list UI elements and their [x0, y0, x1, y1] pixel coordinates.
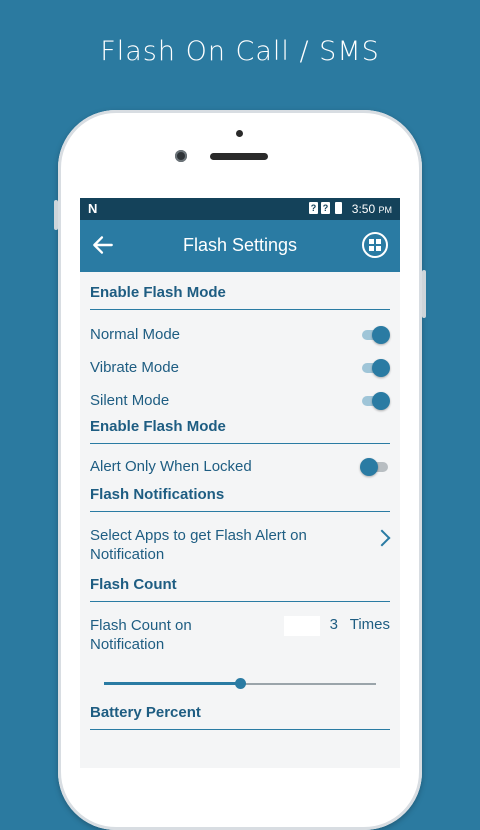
promo-title: Flash On Call / SMS [100, 36, 380, 67]
section-header-notifications: Flash Notifications [90, 476, 390, 512]
app-screen: N ? ? 3:50 PM Flash Settings Enable Flas… [80, 198, 400, 768]
phone-side-button [54, 200, 58, 230]
sensor-dot [236, 130, 243, 137]
select-apps-row[interactable]: Select Apps to get Flash Alert on Notifi… [90, 526, 391, 564]
settings-list: Enable Flash Mode Normal Mode Vibrate Mo… [80, 272, 400, 730]
battery-icon [335, 202, 342, 214]
setting-label: Alert Only When Locked [90, 458, 252, 475]
grid-icon[interactable] [362, 232, 388, 258]
sim-icon: ? [321, 202, 330, 214]
status-icons: ? ? [309, 202, 342, 214]
section-header-flash-mode: Enable Flash Mode [90, 272, 390, 310]
earpiece-speaker [210, 153, 268, 160]
setting-row-normal-mode: Normal Mode [90, 326, 390, 344]
slider-fill [104, 682, 240, 685]
phone-side-button [422, 270, 426, 318]
sim-icon: ? [309, 202, 318, 214]
normal-mode-toggle[interactable] [360, 326, 390, 344]
setting-label: Vibrate Mode [90, 359, 179, 376]
app-toolbar: Flash Settings [80, 220, 400, 272]
page-title: Flash Settings [182, 235, 298, 255]
setting-label: Silent Mode [90, 392, 170, 409]
front-camera [175, 150, 187, 162]
setting-row-vibrate-mode: Vibrate Mode [90, 359, 390, 377]
flash-count-unit: Times [349, 616, 390, 633]
setting-label: Normal Mode [90, 326, 181, 343]
status-time-ampm: PM [378, 205, 393, 215]
status-time: 3:50 PM [352, 202, 392, 216]
select-apps-label: Select Apps to get Flash Alert on Notifi… [90, 527, 307, 563]
setting-row-silent-mode: Silent Mode [90, 392, 390, 410]
setting-row-alert-locked: Alert Only When Locked [90, 458, 390, 476]
section-header-lock-mode: Enable Flash Mode [90, 410, 390, 444]
section-header-flash-count: Flash Count [90, 564, 390, 602]
silent-mode-toggle[interactable] [360, 392, 390, 410]
status-bar: N ? ? 3:50 PM [80, 198, 400, 220]
section-header-battery: Battery Percent [90, 694, 390, 730]
chevron-right-icon[interactable] [373, 529, 391, 547]
count-input-box[interactable] [284, 616, 320, 636]
flash-count-row: Flash Count on Notification 3 Times [90, 616, 390, 656]
flash-count-value: 3 [329, 616, 338, 633]
flash-count-slider[interactable] [94, 674, 386, 694]
slider-thumb[interactable] [235, 678, 246, 689]
notification-icon: N [88, 201, 98, 216]
alert-locked-toggle[interactable] [360, 458, 390, 476]
vibrate-mode-toggle[interactable] [360, 359, 390, 377]
status-time-value: 3:50 [351, 202, 376, 216]
flash-count-label: Flash Count on Notification [90, 617, 192, 653]
